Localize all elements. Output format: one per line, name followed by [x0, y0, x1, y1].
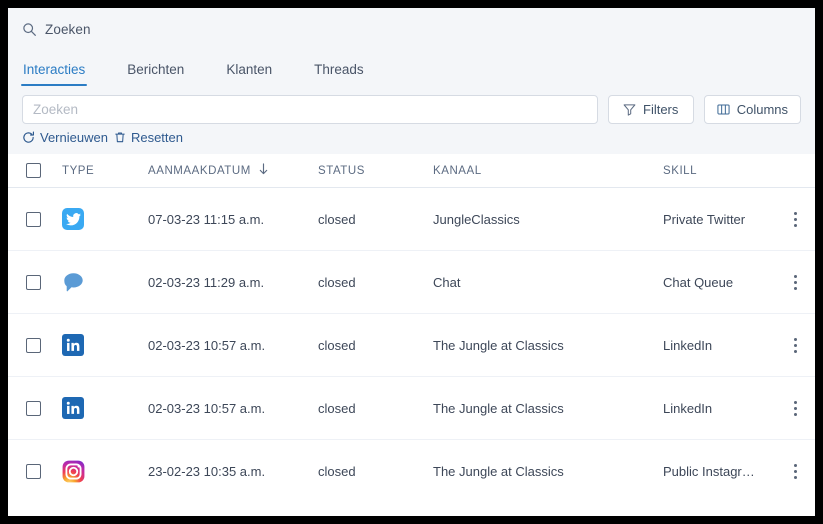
row-more-icon[interactable] — [787, 210, 803, 228]
interactions-table: TYPE AANMAAKDATUM STATUS KANAAL SKILL 07… — [8, 154, 815, 503]
row-checkbox[interactable] — [26, 464, 41, 479]
select-all-checkbox[interactable] — [26, 163, 41, 178]
filter-bar: Filters Columns — [8, 86, 815, 124]
row-type-cell — [56, 334, 148, 356]
tab-threads[interactable]: Threads — [314, 62, 364, 86]
columns-icon — [717, 103, 730, 116]
column-header-skill[interactable]: SKILL — [663, 165, 775, 177]
row-menu-cell — [775, 336, 815, 354]
table-row[interactable]: 02-03-23 11:29 a.m. closed Chat Chat Que… — [8, 251, 815, 314]
row-channel: JungleClassics — [433, 211, 520, 227]
global-search-label: Zoeken — [45, 21, 91, 37]
row-type-cell — [56, 271, 148, 294]
row-more-icon[interactable] — [787, 336, 803, 354]
row-more-icon[interactable] — [787, 273, 803, 291]
trash-icon — [114, 131, 126, 144]
row-checkbox[interactable] — [26, 274, 41, 290]
linkedin-icon — [62, 334, 84, 356]
twitter-icon — [62, 208, 84, 230]
row-channel: Chat — [433, 274, 461, 290]
tab-interacties[interactable]: Interacties — [20, 62, 88, 86]
row-menu-cell — [775, 399, 815, 417]
select-all-cell — [8, 163, 56, 178]
columns-button[interactable]: Columns — [703, 95, 801, 124]
row-skill: LinkedIn — [663, 337, 713, 353]
table-row[interactable]: 23-02-23 10:35 a.m. closed The Jungle at… — [8, 440, 815, 503]
filters-button[interactable]: Filters — [607, 95, 694, 124]
row-status: closed — [318, 400, 356, 416]
search-icon — [22, 22, 37, 37]
instagram-icon — [62, 460, 85, 483]
row-channel: The Jungle at Classics — [433, 337, 564, 353]
row-skill: Public Instagr… — [663, 464, 755, 479]
row-skill: Chat Queue — [663, 274, 734, 290]
filters-button-label: Filters — [643, 102, 679, 117]
table-row[interactable]: 07-03-23 11:15 a.m. closed JungleClassic… — [8, 188, 815, 251]
row-select-cell — [8, 464, 56, 479]
tab-berichten[interactable]: Berichten — [127, 62, 184, 86]
row-date: 23-02-23 10:35 a.m. — [148, 464, 266, 479]
row-status: closed — [318, 337, 356, 353]
refresh-label: Vernieuwen — [40, 130, 108, 145]
row-skill: LinkedIn — [663, 400, 713, 416]
column-header-type[interactable]: TYPE — [56, 165, 148, 177]
row-select-cell — [8, 211, 56, 227]
tab-bar: Interacties Berichten Klanten Threads — [8, 50, 815, 86]
row-select-cell — [8, 274, 56, 290]
row-channel: The Jungle at Classics — [433, 400, 564, 416]
tab-klanten[interactable]: Klanten — [226, 62, 272, 86]
row-channel: The Jungle at Classics — [433, 464, 564, 479]
global-search-bar[interactable]: Zoeken — [8, 8, 815, 50]
row-status: closed — [318, 211, 356, 227]
row-date: 07-03-23 11:15 a.m. — [148, 211, 265, 227]
row-status: closed — [318, 274, 356, 290]
application-window: Zoeken Interacties Berichten Klanten Thr… — [8, 8, 815, 516]
row-type-cell — [56, 460, 148, 483]
refresh-icon — [22, 131, 35, 144]
arrow-down-icon — [258, 163, 269, 178]
refresh-button[interactable]: Vernieuwen — [22, 130, 108, 145]
row-type-cell — [56, 208, 148, 230]
row-menu-cell — [775, 210, 815, 228]
reset-label: Resetten — [130, 130, 183, 145]
row-select-cell — [8, 400, 56, 416]
row-date: 02-03-23 10:57 a.m. — [148, 337, 266, 353]
row-date: 02-03-23 10:57 a.m. — [148, 400, 266, 416]
row-status: closed — [318, 464, 356, 479]
linkedin-icon — [62, 397, 84, 419]
row-checkbox[interactable] — [26, 337, 41, 353]
chat-bubble-icon — [62, 271, 85, 294]
row-menu-cell — [775, 463, 815, 481]
row-checkbox[interactable] — [26, 400, 41, 416]
funnel-icon — [623, 103, 636, 116]
row-more-icon[interactable] — [787, 463, 803, 481]
table-row[interactable]: 02-03-23 10:57 a.m. closed The Jungle at… — [8, 314, 815, 377]
column-header-date-label: AANMAAKDATUM — [148, 164, 251, 177]
row-date: 02-03-23 11:29 a.m. — [148, 274, 265, 290]
row-select-cell — [8, 337, 56, 353]
row-skill: Private Twitter — [663, 211, 746, 227]
table-actions: Vernieuwen Resetten — [8, 124, 815, 154]
row-menu-cell — [775, 273, 815, 291]
reset-button[interactable]: Resetten — [114, 130, 183, 145]
row-checkbox[interactable] — [26, 211, 41, 227]
table-row[interactable]: 02-03-23 10:57 a.m. closed The Jungle at… — [8, 377, 815, 440]
row-type-cell — [56, 397, 148, 419]
table-header-row: TYPE AANMAAKDATUM STATUS KANAAL SKILL — [8, 154, 815, 188]
columns-button-label: Columns — [736, 102, 788, 117]
column-header-channel[interactable]: KANAAL — [433, 165, 663, 177]
column-header-status[interactable]: STATUS — [318, 165, 433, 177]
top-toolbar-area: Zoeken Interacties Berichten Klanten Thr… — [8, 8, 815, 154]
column-header-date[interactable]: AANMAAKDATUM — [148, 163, 318, 178]
row-more-icon[interactable] — [787, 399, 803, 417]
search-input[interactable] — [22, 95, 598, 124]
